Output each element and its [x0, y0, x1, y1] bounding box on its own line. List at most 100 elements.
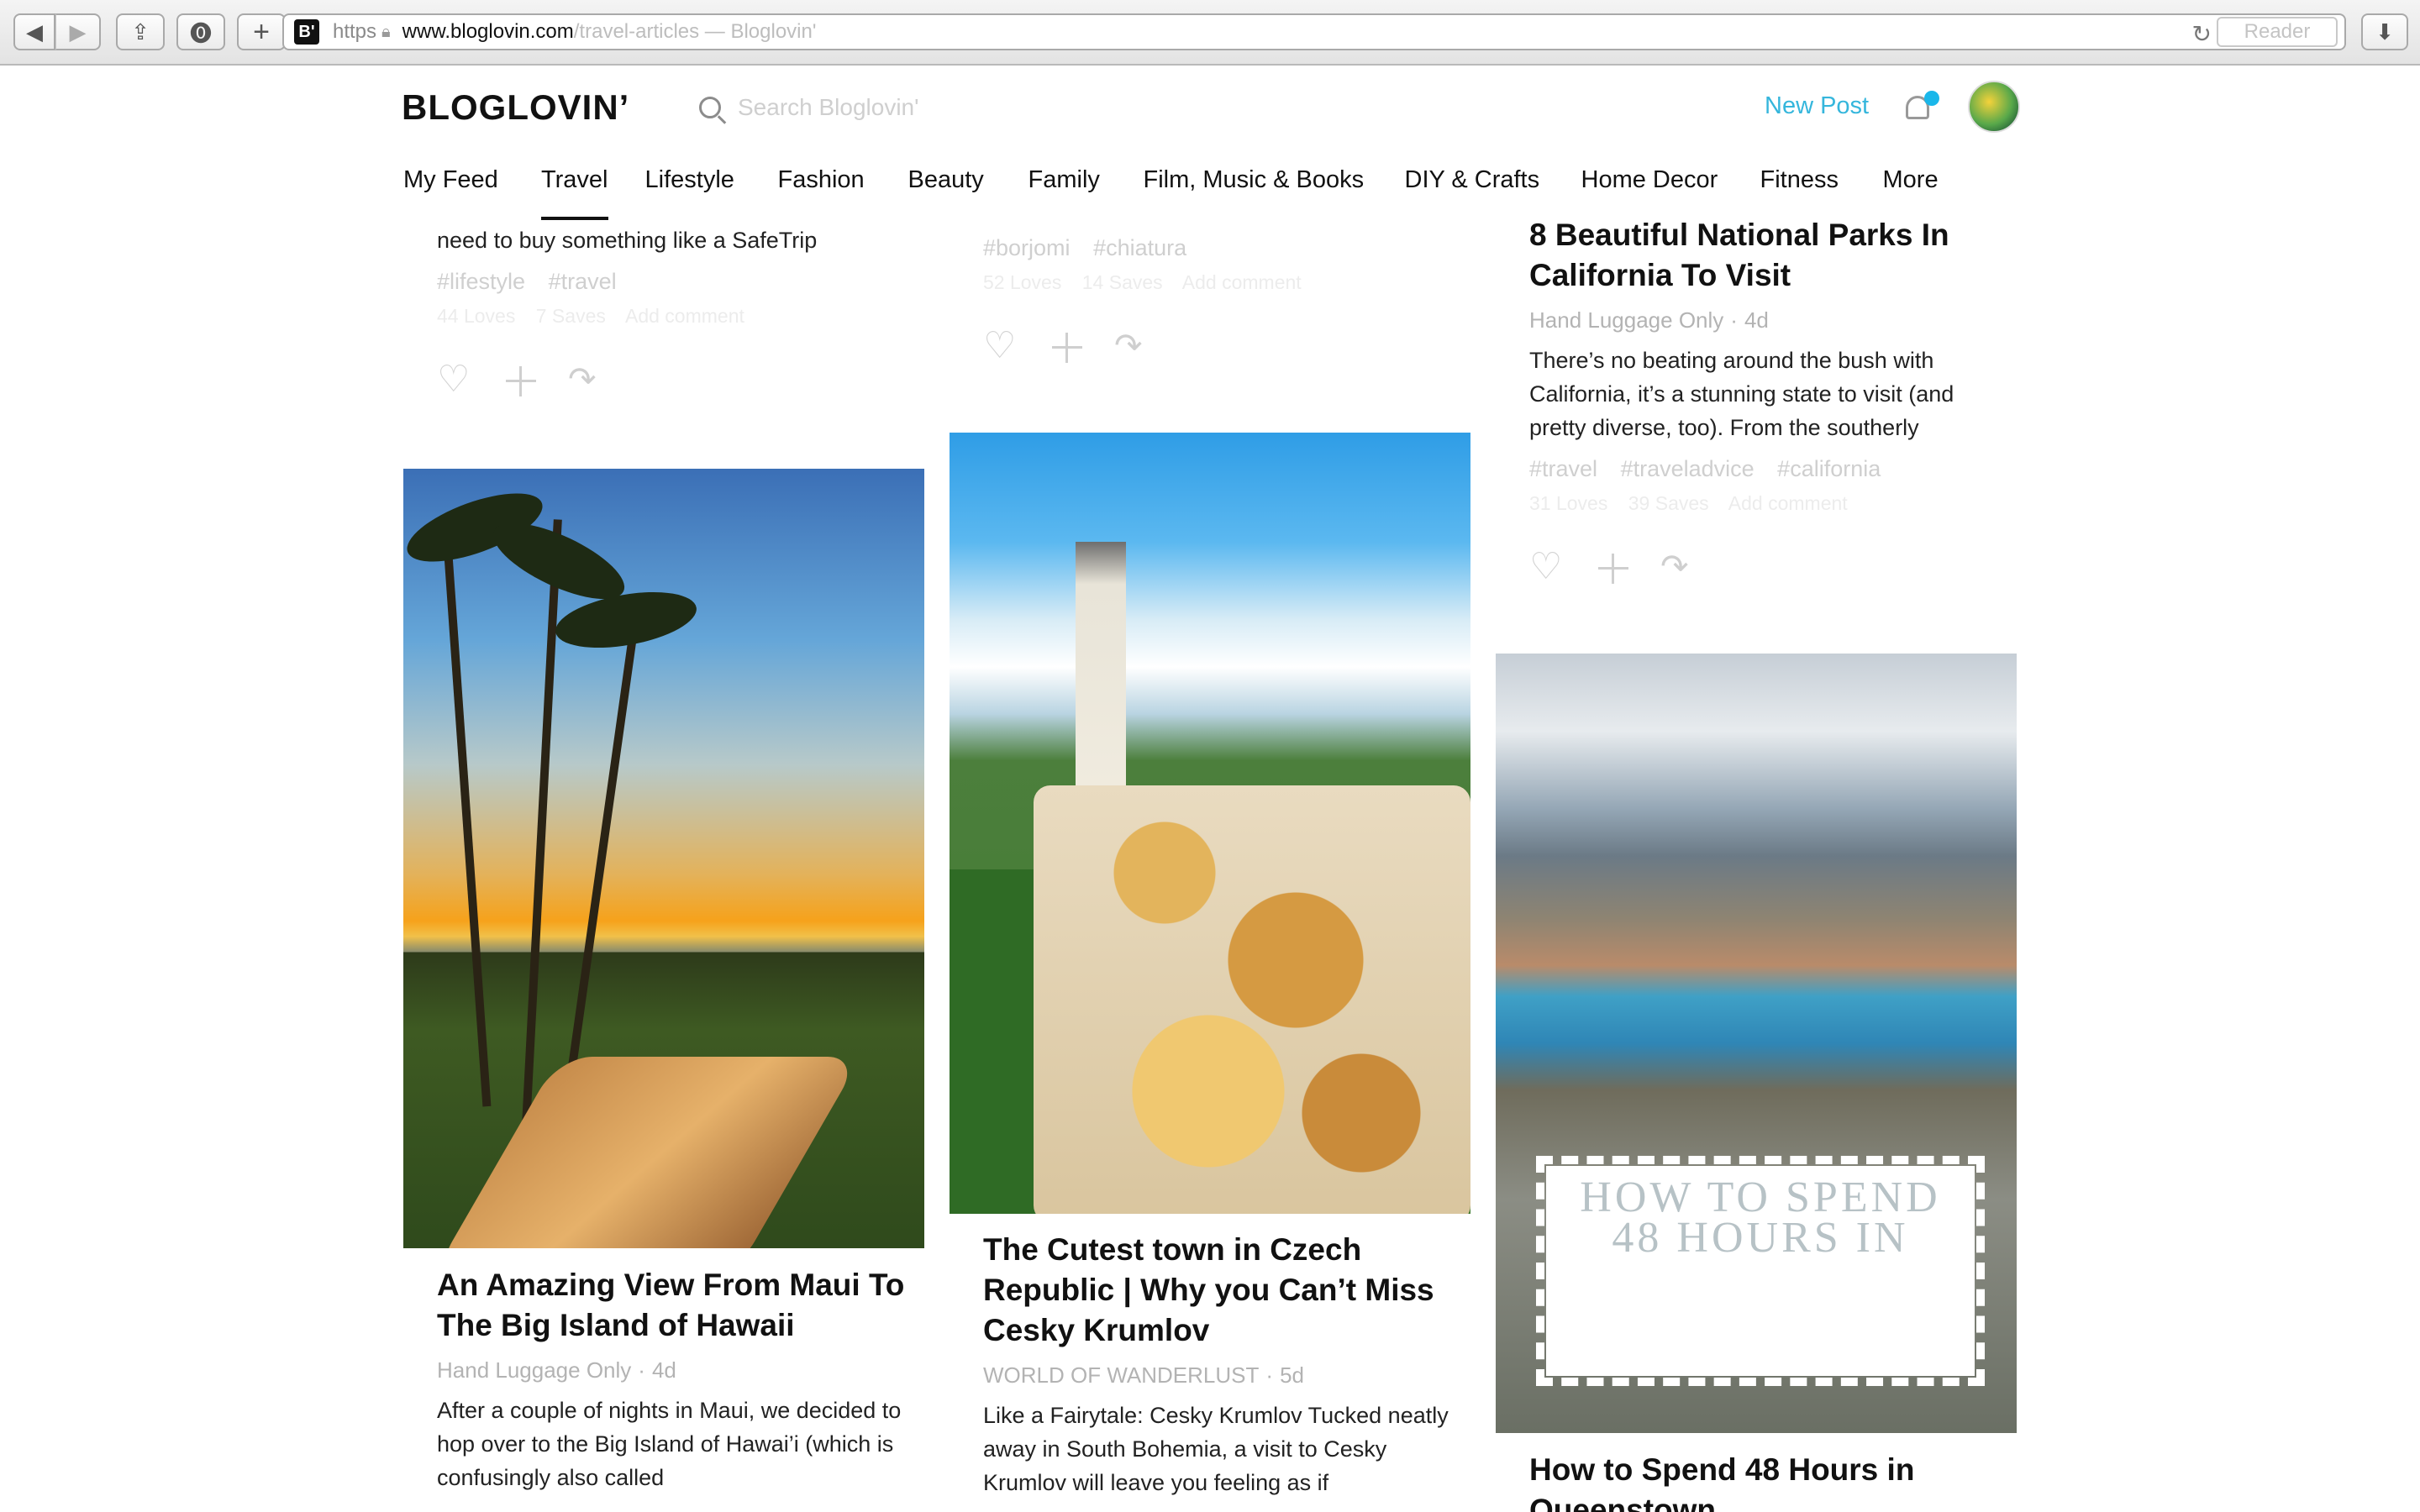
lock-icon: 🔒︎ [381, 22, 391, 41]
share-button[interactable]: ⇪ [116, 13, 165, 50]
post-meta: WORLD OF WANDERLUST · 5d [983, 1362, 1304, 1388]
tag-link[interactable]: #california [1777, 456, 1881, 481]
user-avatar[interactable] [1968, 81, 2020, 133]
love-heart-icon[interactable]: ♡ [1529, 549, 1566, 587]
post-age: 4d [1744, 307, 1769, 333]
search-box[interactable] [699, 91, 1170, 124]
browser-toolbar: ◀ ▶ ⇪ ⓿ + B' https 🔒︎ www.bloglovin.com … [0, 0, 2420, 66]
post-tags: #lifestyle #travel [437, 269, 941, 295]
favicon-icon: B' [294, 19, 319, 45]
nav-my-feed[interactable]: My Feed [403, 166, 541, 220]
notification-dot [1924, 91, 1939, 106]
new-post-link[interactable]: New Post [1765, 92, 1869, 120]
add-comment-link[interactable]: Add comment [1182, 271, 1302, 293]
post-card[interactable]: How to Spend 48 Hours in Queenstown [1529, 1450, 2000, 1512]
add-comment-link[interactable]: Add comment [625, 305, 744, 327]
post-excerpt: need to buy something like a SafeTrip [437, 228, 818, 253]
share-arrow-icon[interactable]: ↷ [1114, 329, 1151, 366]
post-meta: Hand Luggage Only · 4d [1529, 307, 1769, 333]
post-source[interactable]: Hand Luggage Only [1529, 307, 1723, 333]
post-stats: 52 Loves 14 Saves Add comment [983, 271, 1487, 294]
save-plus-icon[interactable] [502, 363, 539, 400]
tag-link[interactable]: #traveladvice [1621, 456, 1754, 481]
loves-count: 31 Loves [1529, 492, 1608, 514]
reload-icon[interactable]: ↻ [2192, 20, 2212, 48]
tag-link[interactable]: #travel [549, 269, 617, 294]
post-image-maui[interactable] [403, 469, 924, 1248]
post-card[interactable]: The Cutest town in Czech Republic | Why … [983, 1230, 1454, 1499]
nav-lifestyle[interactable]: Lifestyle [645, 166, 778, 220]
nav-fitness[interactable]: Fitness [1760, 166, 1883, 220]
plus-icon: + [253, 15, 270, 48]
post-card[interactable]: 8 Beautiful National Parks In California… [1529, 215, 2000, 587]
reader-button[interactable]: Reader [2217, 17, 2338, 47]
address-bar[interactable]: B' https 🔒︎ www.bloglovin.com /travel-ar… [282, 13, 2346, 50]
forward-button[interactable]: ▶ [55, 13, 101, 50]
downloads-button[interactable]: ⬇ [2361, 13, 2408, 50]
post-title[interactable]: An Amazing View From Maui To The Big Isl… [437, 1265, 916, 1346]
post-image-queenstown[interactable]: HOW TO SPEND 48 HOURS IN [1496, 654, 2017, 1433]
nav-film-music-books[interactable]: Film, Music & Books [1144, 166, 1405, 220]
pinterest-icon: ⓿ [189, 20, 212, 46]
saves-count: 14 Saves [1081, 271, 1163, 293]
tag-link[interactable]: #lifestyle [437, 269, 525, 294]
post-title[interactable]: The Cutest town in Czech Republic | Why … [983, 1230, 1454, 1351]
loves-count: 52 Loves [983, 271, 1062, 293]
url-domain: www.bloglovin.com [402, 20, 574, 43]
loves-count: 44 Loves [437, 305, 516, 327]
share-arrow-icon[interactable]: ↷ [1660, 550, 1697, 587]
post-image-cesky-krumlov[interactable] [950, 433, 1470, 1214]
url-path: /travel-articles — Bloglovin' [573, 20, 817, 43]
post-actions: ♡ ↷ [983, 328, 1487, 366]
post-excerpt: There’s no beating around the bush with … [1529, 348, 1954, 440]
nav-diy-crafts[interactable]: DIY & Crafts [1405, 166, 1581, 220]
save-plus-icon[interactable] [1049, 329, 1086, 366]
love-heart-icon[interactable]: ♡ [983, 328, 1020, 366]
love-heart-icon[interactable]: ♡ [437, 361, 474, 400]
post-age: 5d [1280, 1362, 1304, 1388]
url-scheme: https [333, 20, 377, 43]
post-stats: 31 Loves 39 Saves Add comment [1529, 492, 2000, 515]
tag-link[interactable]: #borjomi [983, 235, 1071, 260]
notifications-bell-icon[interactable] [1902, 89, 1939, 126]
add-comment-link[interactable]: Add comment [1728, 492, 1848, 514]
download-icon: ⬇ [2375, 18, 2394, 45]
back-arrow-icon: ◀ [26, 18, 43, 45]
post-tags: #travel #traveladvice #california [1529, 456, 2000, 482]
tag-link[interactable]: #chiatura [1093, 235, 1186, 260]
post-card-partial: need to buy something like a SafeTrip #l… [437, 223, 941, 400]
tag-link[interactable]: #travel [1529, 456, 1597, 481]
share-icon: ⇪ [131, 18, 150, 45]
nav-beauty[interactable]: Beauty [908, 166, 1028, 220]
site-logo[interactable]: BLOGLOVIN’ [402, 87, 629, 128]
image-text-line: HOW TO SPEND [1580, 1173, 1941, 1221]
back-button[interactable]: ◀ [13, 13, 55, 50]
post-age: 4d [651, 1357, 676, 1383]
nav-family[interactable]: Family [1028, 166, 1144, 220]
pinterest-button[interactable]: ⓿ [176, 13, 225, 50]
post-title[interactable]: 8 Beautiful National Parks In California… [1529, 215, 2000, 296]
image-text-stamp: HOW TO SPEND 48 HOURS IN [1536, 1156, 1985, 1386]
nav-fashion[interactable]: Fashion [778, 166, 908, 220]
post-card[interactable]: An Amazing View From Maui To The Big Isl… [437, 1265, 916, 1494]
post-stats: 44 Loves 7 Saves Add comment [437, 305, 941, 328]
post-source[interactable]: Hand Luggage Only [437, 1357, 631, 1383]
post-meta: Hand Luggage Only · 4d [437, 1357, 676, 1383]
post-excerpt: After a couple of nights in Maui, we dec… [437, 1398, 902, 1490]
share-arrow-icon[interactable]: ↷ [568, 363, 605, 400]
post-tags: #borjomi #chiatura [983, 235, 1487, 261]
new-tab-button[interactable]: + [237, 13, 286, 50]
saves-count: 39 Saves [1628, 492, 1709, 514]
saves-count: 7 Saves [535, 305, 606, 327]
search-input[interactable] [738, 94, 1158, 121]
nav-travel[interactable]: Travel [541, 166, 608, 220]
save-plus-icon[interactable] [1595, 550, 1632, 587]
post-actions: ♡ ↷ [437, 361, 941, 400]
post-source[interactable]: WORLD OF WANDERLUST [983, 1362, 1259, 1388]
post-card-partial: #borjomi #chiatura 52 Loves 14 Saves Add… [983, 235, 1487, 366]
post-actions: ♡ ↷ [1529, 549, 2000, 587]
post-title[interactable]: How to Spend 48 Hours in Queenstown [1529, 1450, 2000, 1512]
post-excerpt: Like a Fairytale: Cesky Krumlov Tucked n… [983, 1403, 1449, 1495]
nav-more[interactable]: More [1883, 166, 1939, 220]
nav-home-decor[interactable]: Home Decor [1581, 166, 1760, 220]
